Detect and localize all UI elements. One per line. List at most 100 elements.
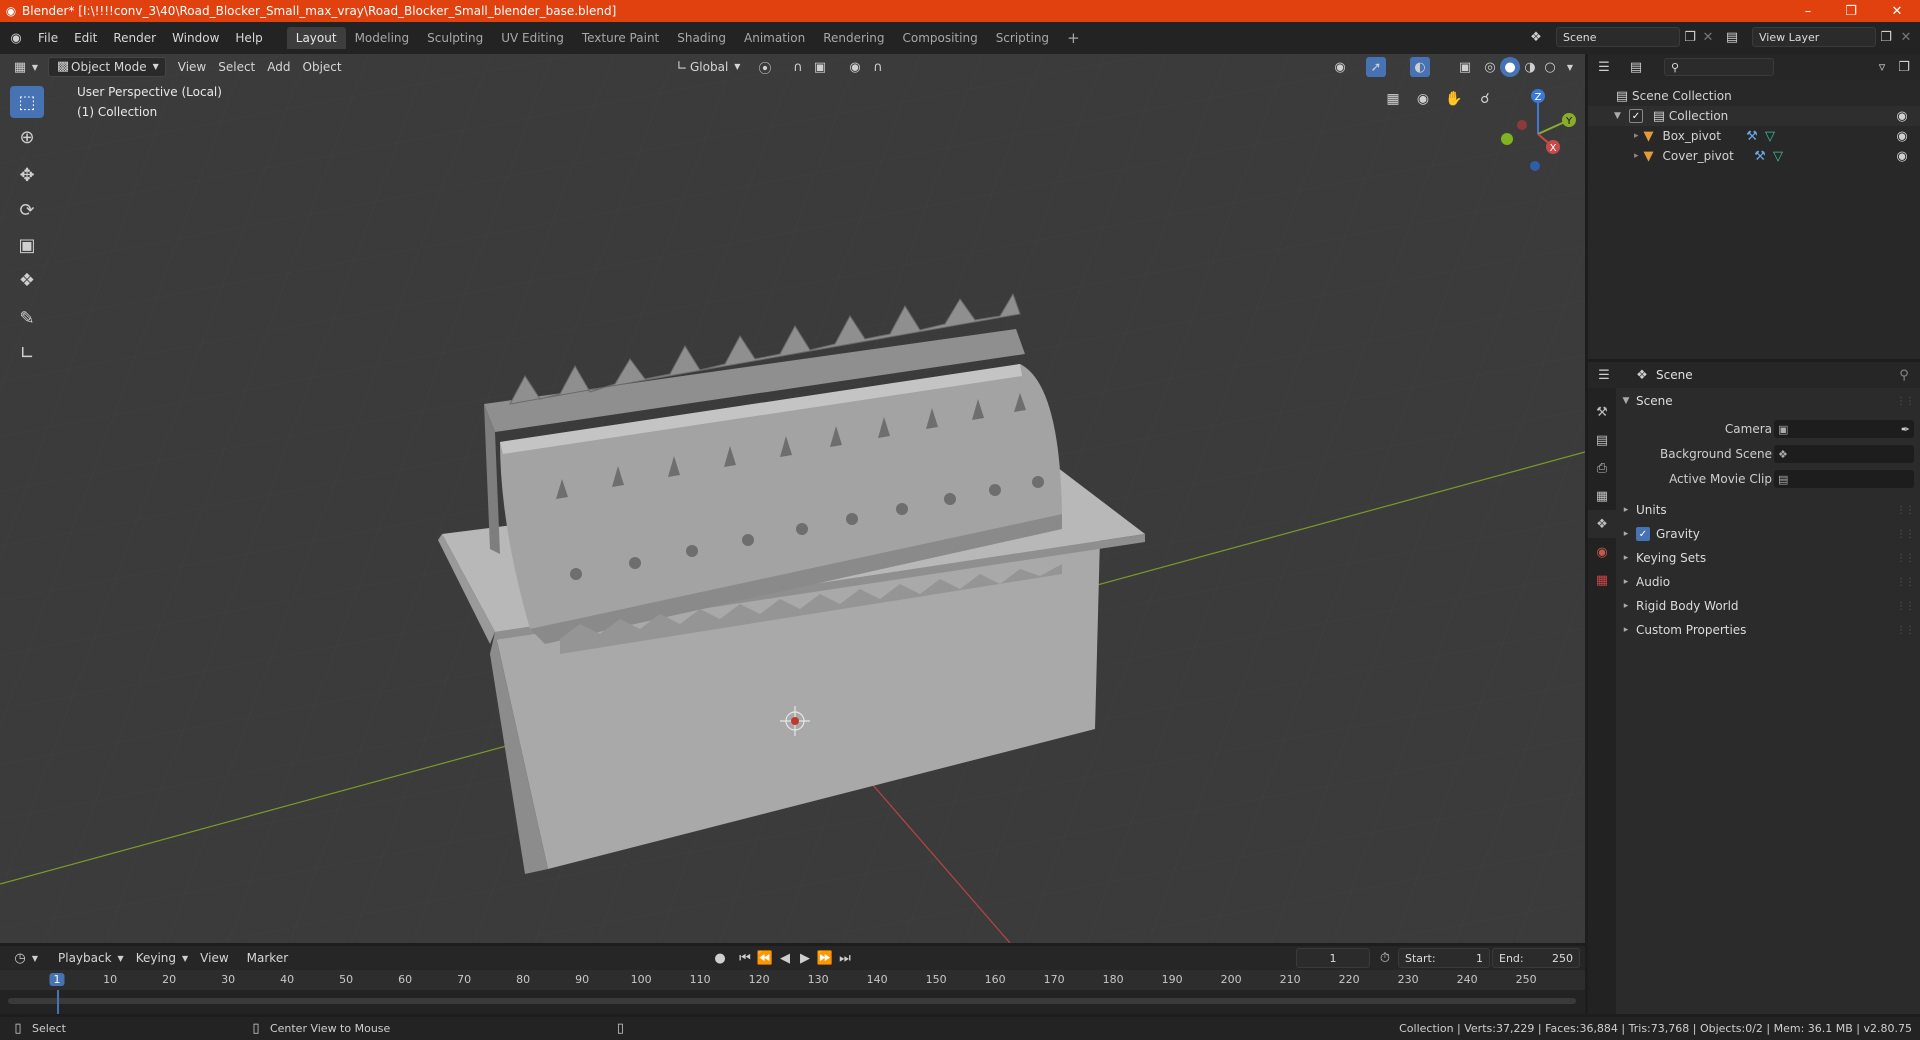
- gravity-panel[interactable]: ▸ ✓ Gravity ⋮⋮: [1616, 523, 1920, 545]
- pin-icon[interactable]: ⚲: [1894, 365, 1914, 385]
- mesh-data-icon[interactable]: ▽: [1760, 126, 1780, 146]
- active-movie-clip-field[interactable]: ▤: [1774, 470, 1914, 488]
- move-tool-icon[interactable]: ✥: [10, 159, 44, 191]
- shading-options-icon[interactable]: ▼: [1560, 57, 1580, 77]
- gravity-checkbox[interactable]: ✓: [1636, 527, 1650, 541]
- mesh-data-icon[interactable]: ▽: [1768, 146, 1788, 166]
- timeline-menu-marker[interactable]: Marker: [241, 948, 294, 968]
- drag-handle-icon[interactable]: ⋮⋮: [1896, 529, 1915, 540]
- xray-toggle-icon[interactable]: ▣: [1455, 57, 1475, 77]
- outliner-row-scene-collection[interactable]: ▤ Scene Collection: [1588, 86, 1920, 106]
- audio-panel[interactable]: ▸ Audio ⋮⋮: [1616, 571, 1920, 593]
- snap-icon[interactable]: ∩: [788, 57, 808, 77]
- menu-edit[interactable]: Edit: [66, 27, 105, 49]
- new-view-layer-icon[interactable]: ❐: [1876, 27, 1896, 47]
- filter-icon[interactable]: ▿: [1872, 57, 1892, 77]
- scene-tab-icon[interactable]: ❖: [1588, 510, 1616, 538]
- cursor-tool-icon[interactable]: ⊕: [10, 121, 44, 153]
- start-frame-field[interactable]: Start: 1: [1398, 948, 1490, 968]
- tab-modeling[interactable]: Modeling: [346, 27, 419, 49]
- measure-tool-icon[interactable]: ∟: [10, 337, 44, 369]
- scene-field[interactable]: Scene: [1556, 27, 1680, 47]
- rotate-tool-icon[interactable]: ⟳: [10, 194, 44, 226]
- keying-sets-panel[interactable]: ▸ Keying Sets ⋮⋮: [1616, 547, 1920, 569]
- scene-selector-icon[interactable]: ❖: [1526, 27, 1546, 47]
- timeline-menu-playback[interactable]: Playback: [52, 948, 118, 968]
- timeline-menu-keying[interactable]: Keying: [130, 948, 182, 968]
- drag-handle-icon[interactable]: ⋮⋮: [1896, 396, 1915, 407]
- editor-type-icon[interactable]: ▦: [10, 57, 30, 77]
- tab-scripting[interactable]: Scripting: [987, 27, 1058, 49]
- viewport-menu-select[interactable]: Select: [212, 57, 261, 77]
- viewport-menu-add[interactable]: Add: [261, 57, 296, 77]
- transform-tool-icon[interactable]: ❖: [10, 264, 44, 296]
- rendered-shading-icon[interactable]: ○: [1540, 57, 1560, 77]
- timeline-menu-view[interactable]: View: [194, 948, 234, 968]
- 3d-viewport[interactable]: ▦ ▼ ▩ Object Mode ▼ View Select Add Obje…: [0, 54, 1585, 943]
- eye-icon[interactable]: ◉: [1892, 126, 1912, 146]
- pivot-point-icon[interactable]: ⦿: [755, 57, 775, 77]
- gizmo-toggle-icon[interactable]: ➚: [1366, 57, 1386, 77]
- drag-handle-icon[interactable]: ⋮⋮: [1896, 505, 1915, 516]
- maximize-button[interactable]: ❐: [1828, 0, 1874, 22]
- drag-handle-icon[interactable]: ⋮⋮: [1896, 553, 1915, 564]
- navigation-gizmo[interactable]: Z Y X: [1493, 86, 1583, 176]
- tool-tab-icon[interactable]: ⚒: [1588, 398, 1616, 426]
- tab-animation[interactable]: Animation: [735, 27, 814, 49]
- end-frame-field[interactable]: End: 250: [1492, 948, 1580, 968]
- pan-view-icon[interactable]: ✋: [1441, 86, 1467, 112]
- render-tab-icon[interactable]: ▤: [1588, 426, 1616, 454]
- visibility-icon[interactable]: ◉: [1330, 57, 1350, 77]
- annotate-tool-icon[interactable]: ✎: [10, 302, 44, 334]
- overlays-toggle-icon[interactable]: ◐: [1410, 57, 1430, 77]
- modifier-wrench-icon[interactable]: ⚒: [1742, 126, 1762, 146]
- neg-x-axis-handle[interactable]: [1517, 120, 1527, 130]
- tab-shading[interactable]: Shading: [668, 27, 735, 49]
- timeline-editor-type-icon[interactable]: ◷: [10, 948, 30, 968]
- camera-field[interactable]: ▣ ✒: [1774, 420, 1914, 438]
- rigid-body-world-panel[interactable]: ▸ Rigid Body World ⋮⋮: [1616, 595, 1920, 617]
- output-tab-icon[interactable]: ⎙: [1588, 454, 1616, 482]
- tab-layout[interactable]: Layout: [286, 27, 346, 49]
- toggle-grid-view-icon[interactable]: ▦: [1380, 86, 1406, 112]
- blender-menu-icon[interactable]: ◉: [6, 28, 26, 48]
- proportional-editing-icon[interactable]: ◉: [845, 57, 865, 77]
- outliner-row-box-pivot[interactable]: ▸ ▼ Box_pivot ⚒ ▽ ◉: [1588, 126, 1920, 146]
- outliner-search-input[interactable]: ⚲: [1664, 58, 1774, 76]
- delete-view-layer-icon[interactable]: ✕: [1896, 27, 1916, 47]
- previous-keyframe-icon[interactable]: ⏪: [755, 948, 775, 968]
- camera-view-icon[interactable]: ◉: [1410, 86, 1436, 112]
- eyedropper-icon[interactable]: ✒: [1901, 423, 1910, 436]
- menu-file[interactable]: File: [30, 27, 66, 49]
- eye-icon[interactable]: ◉: [1892, 146, 1912, 166]
- units-panel[interactable]: ▸ Units ⋮⋮: [1616, 499, 1920, 521]
- viewport-menu-view[interactable]: View: [172, 57, 212, 77]
- mode-selector[interactable]: ▩ Object Mode ▼: [48, 57, 166, 77]
- neg-z-axis-handle[interactable]: [1530, 161, 1540, 171]
- delete-scene-icon[interactable]: ✕: [1698, 27, 1718, 47]
- view-layer-icon[interactable]: ▤: [1722, 27, 1742, 47]
- texture-tab-icon[interactable]: ▦: [1588, 566, 1616, 594]
- record-keyframe-icon[interactable]: ●: [710, 948, 730, 968]
- wireframe-shading-icon[interactable]: ◎: [1480, 57, 1500, 77]
- scale-tool-icon[interactable]: ▣: [10, 229, 44, 261]
- play-reverse-icon[interactable]: ◀: [775, 948, 795, 968]
- snap-target-icon[interactable]: ▣: [810, 57, 830, 77]
- current-frame-field[interactable]: 1: [1296, 948, 1370, 968]
- falloff-icon[interactable]: ∩: [868, 57, 888, 77]
- collection-checkbox[interactable]: ✓: [1628, 109, 1643, 123]
- view-layer-field[interactable]: View Layer: [1752, 27, 1876, 47]
- expand-arrow-icon[interactable]: ▼: [1614, 111, 1621, 121]
- jump-to-start-icon[interactable]: ⏮: [735, 948, 755, 968]
- timeline-scrollbar[interactable]: [8, 998, 1576, 1004]
- new-collection-icon[interactable]: ❐: [1894, 57, 1914, 77]
- outliner-row-collection[interactable]: ▼ ✓ ▤ Collection ◉: [1588, 106, 1920, 126]
- outliner-editor-type-icon[interactable]: ☰: [1594, 57, 1614, 77]
- drag-handle-icon[interactable]: ⋮⋮: [1896, 625, 1915, 636]
- select-box-tool-icon[interactable]: ⬚: [10, 86, 44, 118]
- world-tab-icon[interactable]: ◉: [1588, 538, 1616, 566]
- drag-handle-icon[interactable]: ⋮⋮: [1896, 601, 1915, 612]
- add-workspace-button[interactable]: +: [1058, 27, 1089, 49]
- neg-y-axis-handle[interactable]: [1501, 133, 1513, 145]
- viewport-menu-object[interactable]: Object: [297, 57, 348, 77]
